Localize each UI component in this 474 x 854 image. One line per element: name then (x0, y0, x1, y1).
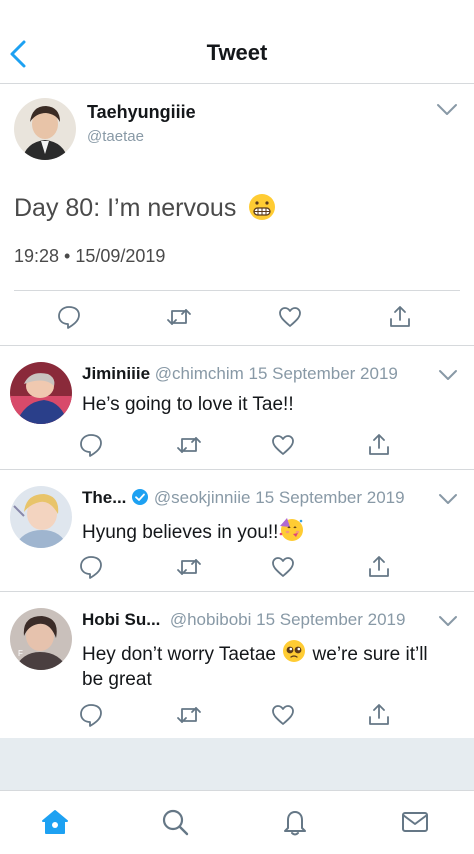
pleading-face-emoji-icon (283, 640, 306, 662)
like-heart-icon[interactable] (270, 432, 296, 458)
reply-icon[interactable] (78, 432, 104, 458)
home-tab-icon[interactable] (40, 807, 70, 837)
author-name[interactable]: Taehyungiiie (87, 102, 196, 123)
page-title: Tweet (206, 40, 268, 65)
reply-tweet[interactable]: F Hobi Su... @hobibobi 15 September 2019… (0, 592, 474, 738)
tweet-text: Day 80: I’m nervous (14, 192, 277, 223)
chevron-down-icon[interactable] (438, 368, 458, 382)
author-avatar[interactable] (14, 98, 76, 160)
reply-date: 15 September 2019 (256, 610, 406, 629)
reply-icon[interactable] (78, 702, 104, 728)
reply-author-name[interactable]: Jiminiiie (82, 364, 150, 383)
reply-author-handle[interactable]: @chimchim (155, 364, 244, 383)
reply-header: Hobi Su... @hobibobi 15 September 2019 (82, 610, 460, 630)
retweet-icon[interactable] (176, 432, 202, 458)
share-icon[interactable] (366, 554, 392, 580)
like-heart-icon[interactable] (270, 702, 296, 728)
like-heart-icon[interactable] (270, 554, 296, 580)
tweet-text-content: Day 80: I’m nervous (14, 194, 237, 222)
reply-icon[interactable] (56, 304, 82, 330)
reply-avatar[interactable] (10, 486, 72, 548)
reply-author-handle[interactable]: @seokjinniie (154, 488, 251, 507)
reply-header: The... @seokjinniie 15 September 2019 (82, 488, 460, 508)
reply-text-part1: Hey don’t worry Taetae (82, 644, 276, 665)
divider (14, 290, 460, 291)
reply-text: Hyung believes in you!! (82, 516, 444, 545)
reply-text: He’s going to love it Tae!! (82, 394, 294, 415)
share-icon[interactable] (366, 702, 392, 728)
reply-header: Jiminiiie @chimchim 15 September 2019 (82, 364, 460, 384)
reply-author-handle[interactable]: @hobibobi (170, 610, 252, 629)
chevron-down-icon[interactable] (438, 492, 458, 506)
reply-icon[interactable] (78, 554, 104, 580)
reply-tweet[interactable]: Jiminiiie @chimchim 15 September 2019 He… (0, 346, 474, 470)
retweet-icon[interactable] (176, 702, 202, 728)
tweet-timestamp: 19:28 • 15/09/2019 (14, 246, 166, 266)
main-tweet: Taehyungiiie @taetae Day 80: I’m nervous… (0, 84, 474, 346)
share-icon[interactable] (366, 432, 392, 458)
reply-action-bar (0, 554, 474, 580)
grimacing-face-emoji-icon (249, 194, 276, 220)
reply-action-bar (0, 432, 474, 458)
share-icon[interactable] (387, 304, 413, 330)
reply-date: 15 September 2019 (248, 364, 398, 383)
reply-action-bar (0, 702, 474, 728)
reply-author-name[interactable]: The... (82, 488, 126, 507)
reply-avatar[interactable] (10, 362, 72, 424)
top-nav-bar: Tweet (0, 0, 474, 84)
bottom-tab-bar (0, 790, 474, 854)
timeline-end-spacer (0, 738, 474, 790)
messages-envelope-icon[interactable] (400, 807, 430, 837)
author-handle[interactable]: @taetae (87, 128, 144, 145)
reply-text: Hey don’t worry Taetae we’re sure it’ll … (82, 638, 454, 692)
reply-author-name[interactable]: Hobi Su... (82, 610, 160, 629)
reply-tweet[interactable]: The... @seokjinniie 15 September 2019 Hy… (0, 470, 474, 592)
like-heart-icon[interactable] (277, 304, 303, 330)
reply-avatar[interactable]: F (10, 608, 72, 670)
reply-date: 15 September 2019 (255, 488, 405, 507)
retweet-icon[interactable] (176, 554, 202, 580)
chevron-down-icon[interactable] (436, 102, 458, 118)
notifications-bell-icon[interactable] (280, 807, 310, 837)
retweet-icon[interactable] (166, 304, 192, 330)
tweet-action-bar (0, 304, 474, 334)
partying-face-emoji-icon (280, 518, 304, 541)
svg-text:F: F (18, 649, 23, 658)
verified-badge-icon (132, 489, 149, 505)
chevron-down-icon[interactable] (438, 614, 458, 628)
reply-text-content: Hyung believes in you!! (82, 522, 279, 543)
search-tab-icon[interactable] (160, 807, 190, 837)
